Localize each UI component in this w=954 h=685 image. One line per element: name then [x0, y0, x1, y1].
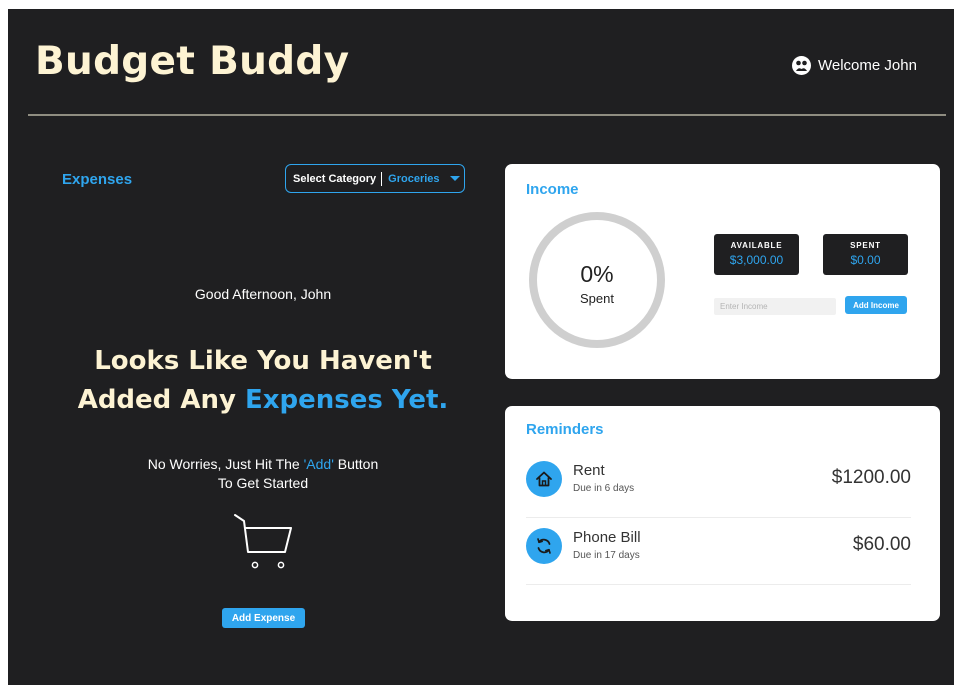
income-title: Income — [526, 181, 579, 198]
spent-percentage-label: Spent — [580, 291, 614, 306]
hint-line-2: To Get Started — [217, 475, 309, 491]
headline-line-2-prefix: Added Any — [77, 385, 245, 415]
category-select-label: Select Category — [293, 172, 377, 185]
add-income-button[interactable]: Add Income — [845, 296, 907, 314]
recurring-icon — [526, 528, 562, 564]
hint-accent: 'Add' — [303, 456, 334, 472]
app-window: Budget Buddy Welcome John Expenses Selec… — [8, 9, 954, 685]
spent-percentage: 0% — [580, 261, 614, 287]
reminder-amount: $1200.00 — [831, 467, 911, 488]
available-stat: AVAILABLE $3,000.00 — [714, 234, 799, 275]
user-avatar-icon — [792, 55, 811, 75]
headline-line-1: Looks Like You Haven't — [94, 346, 432, 376]
income-card: Income 0% Spent AVAILABLE $3,000.00 SPEN… — [505, 164, 940, 379]
add-expense-button[interactable]: Add Expense — [222, 608, 305, 628]
welcome-text: Welcome John — [818, 56, 917, 74]
shopping-cart-icon — [234, 514, 292, 569]
reminder-due: Due in 6 days — [573, 483, 635, 494]
category-separator — [381, 171, 383, 186]
category-select[interactable]: Select Category Groceries — [285, 164, 465, 193]
empty-state-hint: No Worries, Just Hit The 'Add' Button To… — [8, 455, 518, 493]
category-selected-value: Groceries — [388, 172, 440, 185]
headline-line-2: Added Any Expenses Yet. — [8, 381, 518, 420]
expenses-title: Expenses — [62, 171, 133, 188]
available-label: AVAILABLE — [730, 241, 783, 250]
spent-stat: SPENT $0.00 — [823, 234, 908, 275]
greeting-text: Good Afternoon, John — [194, 286, 332, 302]
reminder-item-rent[interactable]: Rent Due in 6 days $1200.00 — [526, 451, 911, 518]
reminder-amount: $60.00 — [852, 534, 911, 555]
reminders-card: Reminders Rent Due in 6 days $1200.00 Ph… — [505, 406, 940, 621]
income-input[interactable] — [714, 298, 836, 315]
available-value: $3,000.00 — [729, 253, 784, 267]
reminder-item-phone-bill[interactable]: Phone Bill Due in 17 days $60.00 — [526, 518, 911, 585]
spent-value: $0.00 — [850, 253, 881, 267]
reminder-due: Due in 17 days — [573, 550, 640, 561]
reminder-name: Rent — [573, 462, 605, 479]
header-divider — [28, 114, 946, 116]
hint-prefix: No Worries, Just Hit The — [147, 456, 304, 472]
reminder-name: Phone Bill — [573, 529, 641, 546]
empty-state-headline: Looks Like You Haven't Added Any Expense… — [8, 342, 518, 420]
headline-line-2-accent: Expenses Yet. — [244, 385, 449, 415]
reminders-title: Reminders — [526, 421, 604, 438]
spent-stat-label: SPENT — [850, 241, 881, 250]
user-welcome[interactable]: Welcome John — [791, 53, 917, 77]
chevron-down-icon — [449, 176, 460, 181]
app-title: Budget Buddy — [35, 39, 350, 84]
home-icon — [526, 461, 562, 497]
hint-suffix: Button — [333, 456, 379, 472]
hint-line-1: No Worries, Just Hit The 'Add' Button — [8, 455, 518, 474]
